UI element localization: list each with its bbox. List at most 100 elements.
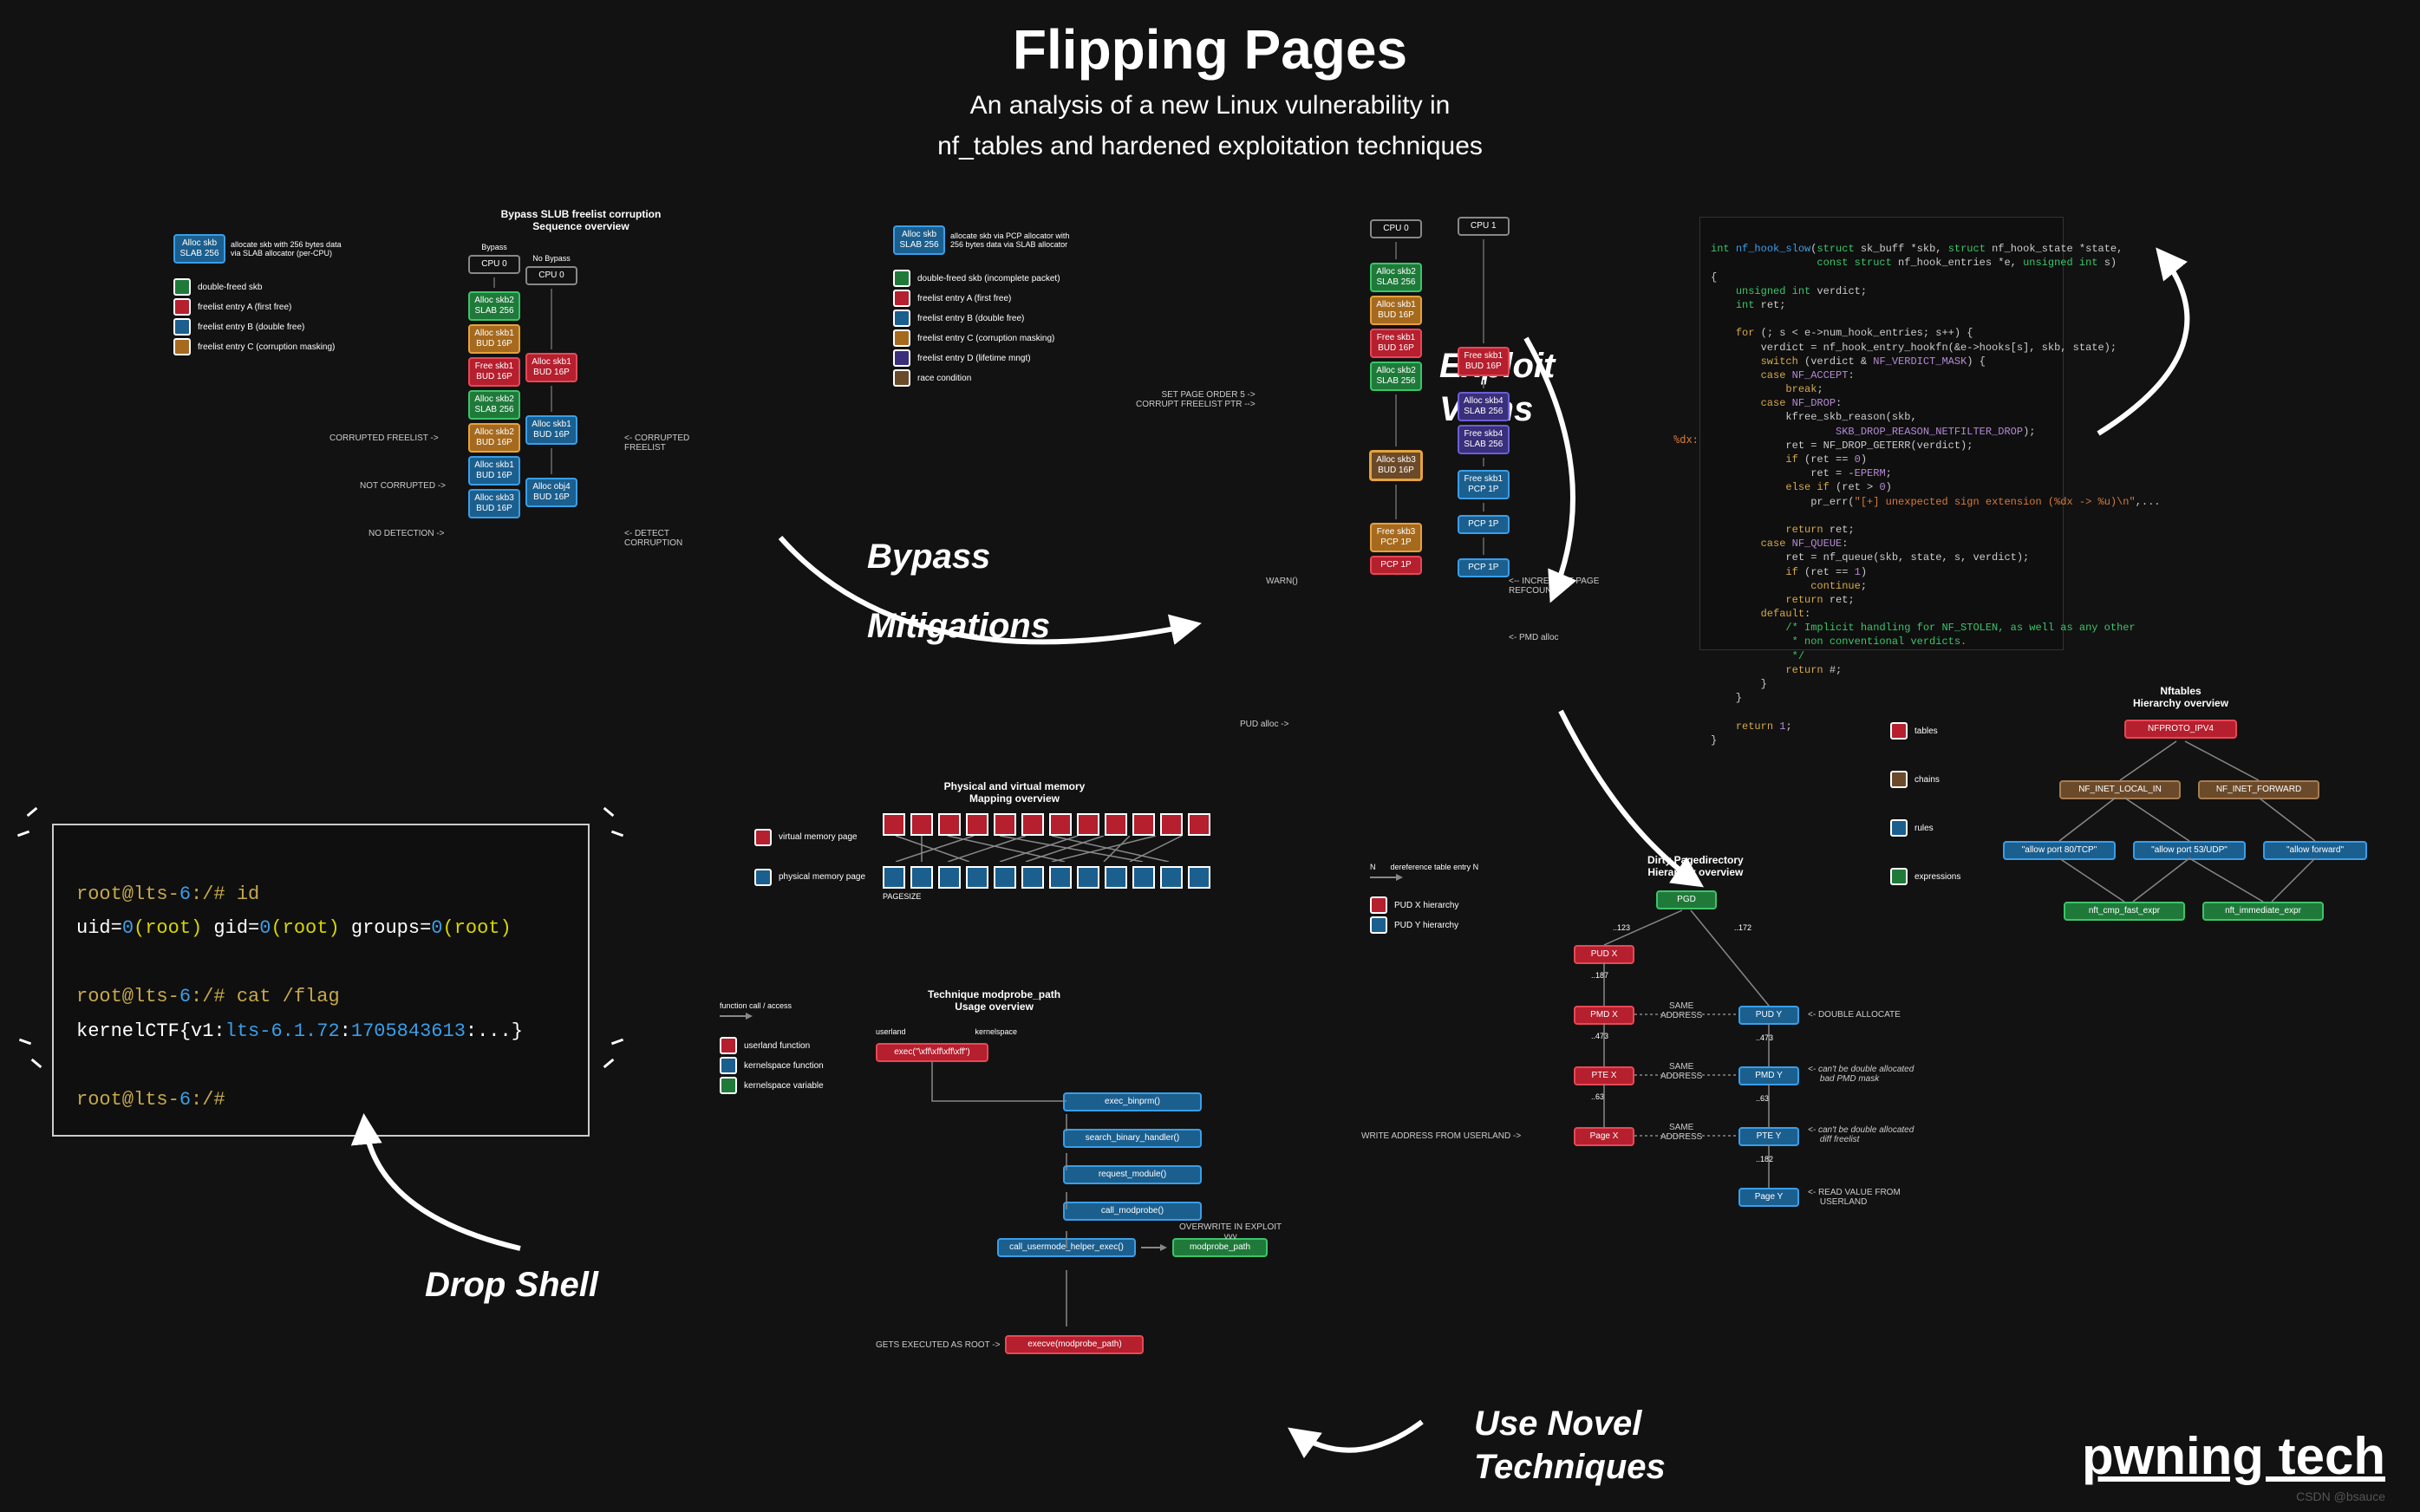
subtitle-1: An analysis of a new Linux vulnerability… bbox=[937, 88, 1483, 122]
cpu-label: CPU 0 bbox=[525, 266, 577, 285]
col-header: No Bypass bbox=[532, 254, 571, 263]
tree-lines-icon bbox=[1569, 906, 1812, 1201]
legend-item: freelist entry B (double free) bbox=[893, 310, 1119, 327]
legend-label: tables bbox=[1914, 727, 1938, 736]
legend-title: function call / access bbox=[720, 1001, 824, 1010]
label-drop-shell: Drop Shell bbox=[425, 1266, 598, 1305]
legend-title: dereference table entry N bbox=[1391, 863, 1479, 871]
cpu-label: CPU 0 bbox=[1370, 219, 1422, 238]
burst-line-icon bbox=[19, 1039, 31, 1046]
legend-item: double-freed skb (incomplete packet) bbox=[893, 270, 1119, 287]
panel-title: Bypass SLUB freelist corruption Sequence… bbox=[468, 208, 694, 232]
swatch-red-icon bbox=[893, 290, 910, 307]
seq-box: PCP 1P bbox=[1458, 558, 1510, 577]
legend-label: chains bbox=[1914, 775, 1940, 785]
swatch-brown-icon bbox=[893, 369, 910, 387]
panel-title: Dirty PagedirectoryHierarchy overview bbox=[1647, 854, 1744, 878]
swatch-green-icon bbox=[1890, 868, 1908, 885]
panel-mapping: Physical and virtual memoryMapping overv… bbox=[754, 780, 1275, 901]
seq-box: Alloc skb2 SLAB 256 bbox=[468, 291, 520, 321]
seq-box: Free skb1 BUD 16P bbox=[1458, 347, 1510, 376]
burst-line-icon bbox=[603, 1059, 615, 1068]
brand: pwning tech bbox=[2082, 1426, 2385, 1486]
seq-box: Alloc skb2 BUD 16P bbox=[468, 423, 520, 453]
code-panel: int nf_hook_slow(struct sk_buff *skb, st… bbox=[1699, 217, 2064, 650]
legend-label: PUD X hierarchy bbox=[1394, 901, 1458, 910]
seq-box: Alloc skb2 SLAB 256 bbox=[1370, 362, 1422, 391]
seq-box: Free skb1 BUD 16P bbox=[1370, 329, 1422, 358]
legend-label: rules bbox=[1914, 824, 1934, 833]
swatch-red-icon bbox=[720, 1037, 737, 1054]
alloc-desc: allocate skb with 256 bytes data via SLA… bbox=[231, 240, 342, 257]
watermark: CSDN @bsauce bbox=[2296, 1489, 2385, 1503]
col-header: kernelspace bbox=[975, 1027, 1018, 1036]
annotation: SET PAGE ORDER 5 -> CORRUPT FREELIST PTR… bbox=[1136, 390, 1256, 409]
arrow-icon bbox=[1141, 1242, 1167, 1253]
legend-item: freelist entry A (first free) bbox=[893, 290, 1119, 307]
seq-box: Alloc skb3 BUD 16P bbox=[468, 489, 520, 518]
swatch-red-icon bbox=[1370, 896, 1387, 914]
annotation: <- CORRUPTED FREELIST bbox=[624, 433, 711, 453]
swatch-blue-icon bbox=[720, 1057, 737, 1074]
seq-box: Free skb4 SLAB 256 bbox=[1458, 425, 1510, 454]
label-mitigations: Mitigations bbox=[867, 607, 1050, 646]
seq-box: Alloc skb1 BUD 16P bbox=[1370, 296, 1422, 325]
burst-line-icon bbox=[31, 1059, 42, 1068]
label-use-novel: Use Novel bbox=[1474, 1404, 1641, 1444]
legend-item: freelist entry D (lifetime mngt) bbox=[893, 349, 1119, 367]
seq-box-warn: Alloc skb3 BUD 16P bbox=[1369, 450, 1423, 481]
swatch-green-icon bbox=[893, 270, 910, 287]
burst-line-icon bbox=[17, 831, 29, 837]
burst-line-icon bbox=[603, 807, 615, 817]
flow-lines-icon bbox=[928, 1049, 1101, 1344]
seq-box: Alloc skb1 BUD 16P bbox=[525, 353, 577, 382]
annotation: <- can't be double allocated diff freeli… bbox=[1808, 1125, 1914, 1144]
annotation: NO DETECTION -> bbox=[369, 529, 445, 538]
node-root: NFPROTO_IPV4 bbox=[2124, 720, 2237, 739]
legend-item: freelist entry A (first free) bbox=[173, 298, 342, 316]
box-alloc-skb: Alloc skb SLAB 256 bbox=[173, 234, 225, 264]
header: Flipping Pages An analysis of a new Linu… bbox=[937, 17, 1483, 163]
swatch-red-icon bbox=[1890, 722, 1908, 740]
annotation: WARN() bbox=[1266, 577, 1298, 586]
seq-box: Alloc skb1 BUD 16P bbox=[525, 415, 577, 445]
swatch-red-icon bbox=[754, 829, 772, 846]
legend-n: N bbox=[1370, 863, 1376, 871]
label-bypass: Bypass bbox=[867, 538, 990, 577]
panel-cpu-race: CPU 0 Alloc skb2 SLAB 256 Alloc skb1 BUD… bbox=[1275, 217, 1604, 577]
swatch-red-icon bbox=[173, 298, 191, 316]
annotation: OVERWRITE IN EXPLOIT vvv bbox=[1179, 1222, 1282, 1242]
burst-line-icon bbox=[611, 1039, 623, 1046]
seq-box: Free skb1 PCP 1P bbox=[1458, 470, 1510, 499]
panel-title: Physical and virtual memoryMapping overv… bbox=[754, 780, 1275, 805]
annotation: <- DETECT CORRUPTION bbox=[624, 529, 711, 548]
box-alloc-skb: Alloc skb SLAB 256 bbox=[893, 225, 945, 255]
annotation: WRITE ADDRESS FROM USERLAND -> bbox=[1361, 1131, 1521, 1141]
swatch-blue-icon bbox=[1890, 819, 1908, 837]
swatch-purple-icon bbox=[893, 349, 910, 367]
burst-line-icon bbox=[611, 831, 623, 837]
alloc-desc: allocate skb via PCP allocator with 256 … bbox=[950, 231, 1069, 249]
tree-lines-icon bbox=[2003, 737, 2384, 910]
code-hint: %dx: bbox=[1673, 433, 1699, 446]
page-title: Flipping Pages bbox=[937, 17, 1483, 81]
legend-label: expressions bbox=[1914, 872, 1960, 882]
seq-box: Alloc skb2 SLAB 256 bbox=[468, 390, 520, 420]
swatch-orange-icon bbox=[173, 338, 191, 355]
annotation: PUD alloc -> bbox=[1240, 720, 1288, 729]
swatch-blue-icon bbox=[893, 310, 910, 327]
legend-label: virtual memory page bbox=[779, 832, 858, 842]
seq-box: PCP 1P bbox=[1458, 515, 1510, 534]
legend-label: PUD Y hierarchy bbox=[1394, 921, 1458, 930]
annotation: NOT CORRUPTED -> bbox=[360, 481, 446, 491]
panel-title: Technique modprobe_pathUsage overview bbox=[928, 988, 1060, 1013]
legend-item: race condition bbox=[893, 369, 1119, 387]
swatch-blue-icon bbox=[1370, 916, 1387, 934]
legend-item: freelist entry C (corruption masking) bbox=[893, 329, 1119, 347]
terminal: root@lts-6:/# id uid=0(root) gid=0(root)… bbox=[52, 824, 590, 1137]
legend-label: physical memory page bbox=[779, 872, 865, 882]
seq-box: Free skb1 BUD 16P bbox=[468, 357, 520, 387]
panel-title: NftablesHierarchy overview bbox=[2133, 685, 2228, 709]
label-techniques: Techniques bbox=[1474, 1448, 1666, 1487]
legend-item: double-freed skb bbox=[173, 278, 342, 296]
